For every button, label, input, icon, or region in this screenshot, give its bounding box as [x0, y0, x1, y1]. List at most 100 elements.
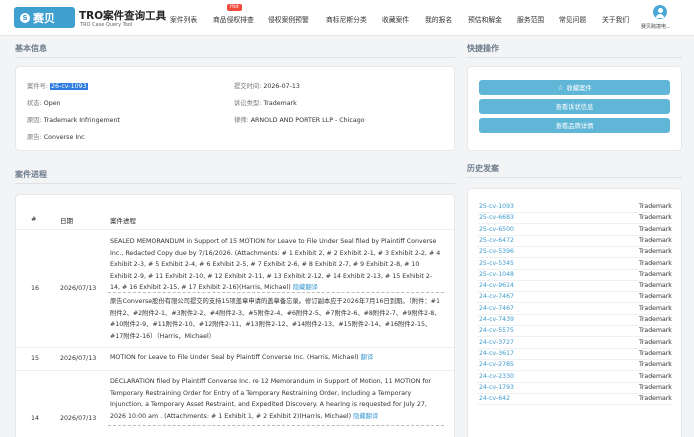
- history-case-link[interactable]: 24-cv-7467: [479, 293, 514, 300]
- row-number: 14: [31, 415, 40, 422]
- basic-info-title: 基本信息: [15, 44, 47, 53]
- table-row-divider: [16, 347, 456, 348]
- history-case-link[interactable]: 24-cv-1793: [479, 384, 514, 391]
- table-row-divider: [16, 370, 456, 371]
- nav-my-signup[interactable]: 我的报名: [425, 14, 452, 24]
- history-case-link[interactable]: 25-cv-5396: [479, 248, 514, 255]
- col-header-date: 日期: [60, 217, 73, 225]
- history-case-type: Trademark: [639, 338, 672, 346]
- user-name[interactable]: 赛贝跨境电...: [641, 23, 671, 30]
- nav-services[interactable]: 服务范围: [517, 14, 544, 24]
- history-case-type: Trademark: [639, 383, 672, 391]
- history-row-divider: [477, 325, 672, 326]
- history-case-link[interactable]: 25-cv-1093: [479, 203, 514, 210]
- history-case-type: Trademark: [639, 327, 672, 335]
- hide-translation-link[interactable]: 隐藏翻译: [293, 284, 318, 291]
- history-row-divider: [477, 279, 672, 281]
- col-header-progress: 案件进程: [110, 217, 136, 225]
- history-case-type: Trademark: [639, 372, 672, 380]
- top-navigation-bar: S 赛贝 TRO案件查询工具 TRO Case Query Tool 案件列表 …: [0, 0, 694, 36]
- nav-faq[interactable]: 常见问题: [559, 14, 586, 24]
- row-date: 2026/07/13: [60, 355, 97, 362]
- nav-infringement-warning[interactable]: 侵权案例预警: [268, 14, 309, 24]
- history-row-divider: [477, 291, 672, 293]
- history-case-type: Trademark: [639, 395, 672, 403]
- col-header-number: #: [31, 215, 37, 223]
- app-title: TRO案件查询工具: [79, 10, 167, 22]
- case-number-field: 案件号: 26-cv-1093: [27, 83, 88, 90]
- history-case-type: Trademark: [639, 293, 672, 301]
- history-row-divider: [477, 347, 672, 349]
- history-row-divider: [477, 257, 672, 259]
- user-avatar-icon[interactable]: [653, 5, 667, 19]
- history-case-type: Trademark: [639, 270, 672, 278]
- table-divider: [16, 229, 456, 230]
- history-case-type: Trademark: [639, 225, 672, 233]
- dashed-divider: [108, 292, 444, 293]
- logo-text: 赛贝: [33, 11, 55, 25]
- history-case-type: Trademark: [639, 214, 672, 222]
- case-number-value[interactable]: 26-cv-1093: [50, 83, 88, 90]
- history-row-divider: [477, 268, 672, 270]
- divider: [15, 183, 455, 184]
- translate-link[interactable]: 翻译: [361, 354, 374, 361]
- history-row-divider: [477, 234, 672, 236]
- nav-settlement-estimate[interactable]: 预估和解金: [468, 14, 502, 24]
- history-case-link[interactable]: 24-cv-3617: [479, 350, 514, 357]
- history-case-type: Trademark: [639, 304, 672, 312]
- history-case-link[interactable]: 25-cv-6500: [479, 226, 514, 233]
- favorite-case-button[interactable]: ☆ 收藏案件: [479, 80, 670, 95]
- hide-translation-link[interactable]: 隐藏翻译: [353, 413, 378, 420]
- history-case-type: Trademark: [639, 282, 672, 290]
- history-case-type: Trademark: [639, 259, 672, 267]
- history-row-divider: [477, 358, 672, 360]
- litigation-type-field: 诉讼类型: Trademark: [234, 100, 297, 107]
- divider: [467, 177, 682, 178]
- cause-field: 原因: Trademark Infringement: [27, 117, 120, 124]
- history-case-type: Trademark: [639, 203, 672, 210]
- history-row-divider: [477, 381, 672, 383]
- row-translation: 原告Converse股份有限公司提交的支持15项盖章申请的盖章备忘录。修订副本应…: [110, 298, 441, 340]
- history-case-link[interactable]: 24-cv-5575: [479, 327, 514, 334]
- history-case-link[interactable]: 24-cv-7439: [479, 316, 514, 323]
- quick-actions-title: 快捷操作: [467, 44, 499, 53]
- history-row-divider: [477, 370, 672, 372]
- history-case-link[interactable]: 24-cv-642: [479, 395, 510, 402]
- history-row-divider: [477, 404, 672, 406]
- history-row-divider: [477, 336, 672, 338]
- history-case-link[interactable]: 25-cv-6683: [479, 214, 514, 221]
- nav-case-list[interactable]: 案件列表: [170, 14, 197, 24]
- star-icon: ☆: [557, 83, 564, 92]
- history-case-link[interactable]: 25-cv-1048: [479, 271, 514, 278]
- logo-icon: S: [20, 12, 30, 23]
- plaintiff-field: 原告: Converse Inc: [27, 134, 85, 141]
- history-case-type: Trademark: [639, 316, 672, 323]
- history-case-link[interactable]: 25-cv-6472: [479, 237, 514, 244]
- nav-about[interactable]: 关于我们: [602, 14, 629, 24]
- dashed-divider: [108, 425, 444, 426]
- logo[interactable]: S 赛贝: [14, 7, 75, 28]
- status-field: 状态: Open: [27, 100, 61, 107]
- nav-nice-classification[interactable]: 商标尼斯分类: [326, 14, 367, 24]
- history-case-link[interactable]: 24-cv-2785: [479, 361, 514, 368]
- history-case-type: Trademark: [639, 361, 672, 369]
- history-case-link[interactable]: 24-cv-9614: [479, 282, 514, 289]
- history-case-type: Trademark: [639, 248, 672, 256]
- row-number: 16: [31, 285, 40, 292]
- history-case-type: Trademark: [639, 349, 672, 357]
- history-row-divider: [477, 245, 672, 247]
- row-description: SEALED MEMORANDUM in Support of 15 MOTIO…: [110, 238, 441, 291]
- history-case-link[interactable]: 24-cv-3727: [479, 339, 514, 346]
- filed-date-field: 提交时间: 2026-07-13: [234, 83, 300, 90]
- view-complaint-button[interactable]: 查看诉状信息: [479, 99, 670, 114]
- history-row-divider: [477, 392, 672, 394]
- view-brand-button[interactable]: 查看品牌详情: [479, 118, 670, 133]
- history-row-divider: [477, 302, 672, 304]
- nav-favorites[interactable]: 收藏案件: [382, 14, 409, 24]
- row-number: 15: [31, 355, 40, 362]
- history-case-link[interactable]: 24-cv-2330: [479, 373, 514, 380]
- history-case-link[interactable]: 25-cv-5345: [479, 260, 514, 267]
- nav-product-check[interactable]: 商品侵权排查: [213, 14, 254, 24]
- history-case-link[interactable]: 24-cv-7467: [479, 305, 514, 312]
- history-case-type: Trademark: [639, 236, 672, 244]
